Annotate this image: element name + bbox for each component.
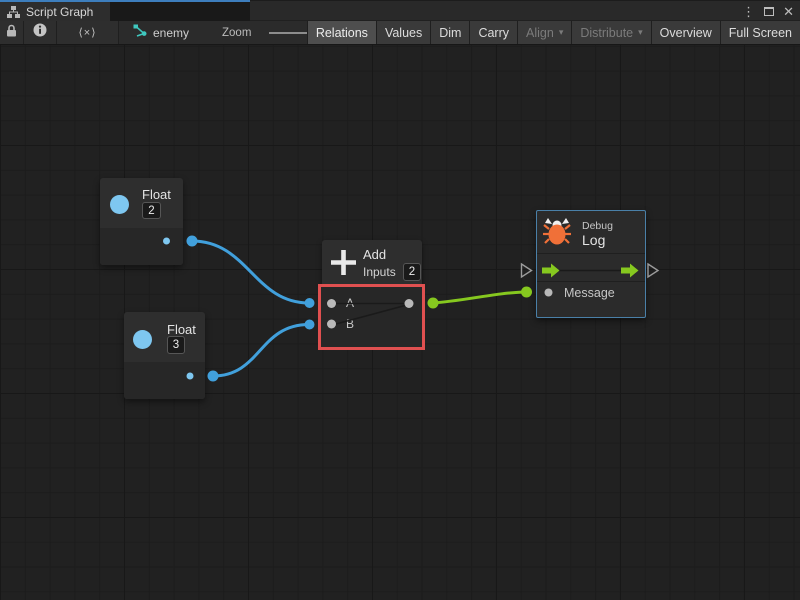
window-controls: ⋮ ✕ (742, 1, 794, 21)
wire-endpoint[interactable] (305, 298, 315, 308)
node-title: Float (142, 188, 171, 201)
align-button[interactable]: Align ▾ (517, 21, 571, 44)
tab-well: Script Graph (0, 0, 250, 21)
carry-button[interactable]: Carry (469, 21, 517, 44)
close-icon[interactable]: ✕ (783, 5, 794, 18)
titlebar: Script Graph ⋮ ✕ (0, 0, 800, 21)
divider (537, 253, 645, 254)
titlebar-right: ⋮ ✕ (250, 0, 800, 21)
port-b-label: B (346, 318, 354, 330)
distribute-button[interactable]: Distribute ▾ (571, 21, 650, 44)
chevron-down-icon: ▾ (559, 27, 564, 38)
add-node-header[interactable]: Add Inputs 2 (322, 240, 422, 286)
info-icon (33, 23, 47, 42)
flow-enter-triangle-icon[interactable] (522, 264, 532, 277)
inputs-label: Inputs (363, 266, 396, 278)
tab-label: Script Graph (26, 5, 93, 19)
float-node-3-footer (124, 362, 205, 399)
wire-endpoint[interactable] (305, 320, 315, 330)
wire-float2-to-add-a[interactable] (192, 241, 309, 303)
graph-breadcrumb[interactable]: enemy (133, 21, 189, 44)
node-title: Log (582, 233, 605, 247)
bug-icon (543, 216, 571, 252)
node-title: Add (363, 248, 386, 261)
add-node-ports[interactable]: A B (321, 286, 422, 347)
node-category: Debug (582, 221, 613, 232)
wire-add-to-message[interactable] (433, 292, 526, 303)
wire-float3-to-add-b[interactable] (213, 325, 309, 377)
node-title: Float (167, 323, 196, 336)
flow-exit-triangle-icon[interactable] (648, 264, 658, 277)
message-port-label: Message (564, 287, 615, 300)
tab-script-graph[interactable]: Script Graph (0, 2, 110, 21)
full-screen-button[interactable]: Full Screen (720, 21, 800, 44)
toolbar-left-group: ⟨×⟩ (0, 21, 119, 44)
wire-endpoint[interactable] (187, 236, 198, 247)
float-node-2-footer (100, 228, 183, 265)
port-a-label: A (346, 297, 354, 309)
float-node-3[interactable]: Float 3 (124, 312, 205, 399)
code-view-button[interactable]: ⟨×⟩ (57, 21, 119, 44)
float-value-field[interactable]: 2 (142, 202, 161, 219)
float-value-field[interactable]: 3 (167, 336, 185, 354)
code-icon: ⟨×⟩ (78, 26, 96, 39)
toolbar-right-group: Relations Values Dim Carry Align ▾ Distr… (307, 21, 800, 44)
graph-asset-icon (133, 24, 147, 42)
graph-canvas[interactable]: Float 2 Float 3 Add Inputs 2 A B (0, 45, 800, 600)
toolbar: ⟨×⟩ enemy Zoom 1x Relations (0, 21, 800, 45)
relations-button[interactable]: Relations (307, 21, 376, 44)
zoom-label: Zoom (222, 27, 251, 39)
float-node-2[interactable]: Float 2 (100, 178, 183, 265)
wire-endpoint[interactable] (521, 287, 532, 298)
lock-icon (6, 24, 17, 42)
menu-icon[interactable]: ⋮ (742, 5, 755, 18)
maximize-icon[interactable] (764, 7, 774, 16)
chevron-down-icon: ▾ (638, 27, 643, 38)
graph-hierarchy-icon (7, 6, 20, 18)
values-button[interactable]: Values (376, 21, 430, 44)
wire-endpoint[interactable] (428, 298, 439, 309)
inputs-count-field[interactable]: 2 (403, 263, 421, 281)
script-graph-window: Script Graph ⋮ ✕ (0, 0, 800, 600)
dim-button[interactable]: Dim (430, 21, 469, 44)
inspect-button[interactable] (24, 21, 57, 44)
float-unit-icon (133, 330, 152, 349)
graph-name: enemy (153, 26, 189, 40)
overview-button[interactable]: Overview (651, 21, 720, 44)
plus-icon (328, 247, 359, 283)
divider (537, 281, 645, 282)
float-unit-icon (110, 195, 129, 214)
lock-button[interactable] (0, 21, 24, 44)
wire-endpoint[interactable] (208, 371, 219, 382)
debug-log-node[interactable]: Debug Log Message (536, 210, 646, 318)
